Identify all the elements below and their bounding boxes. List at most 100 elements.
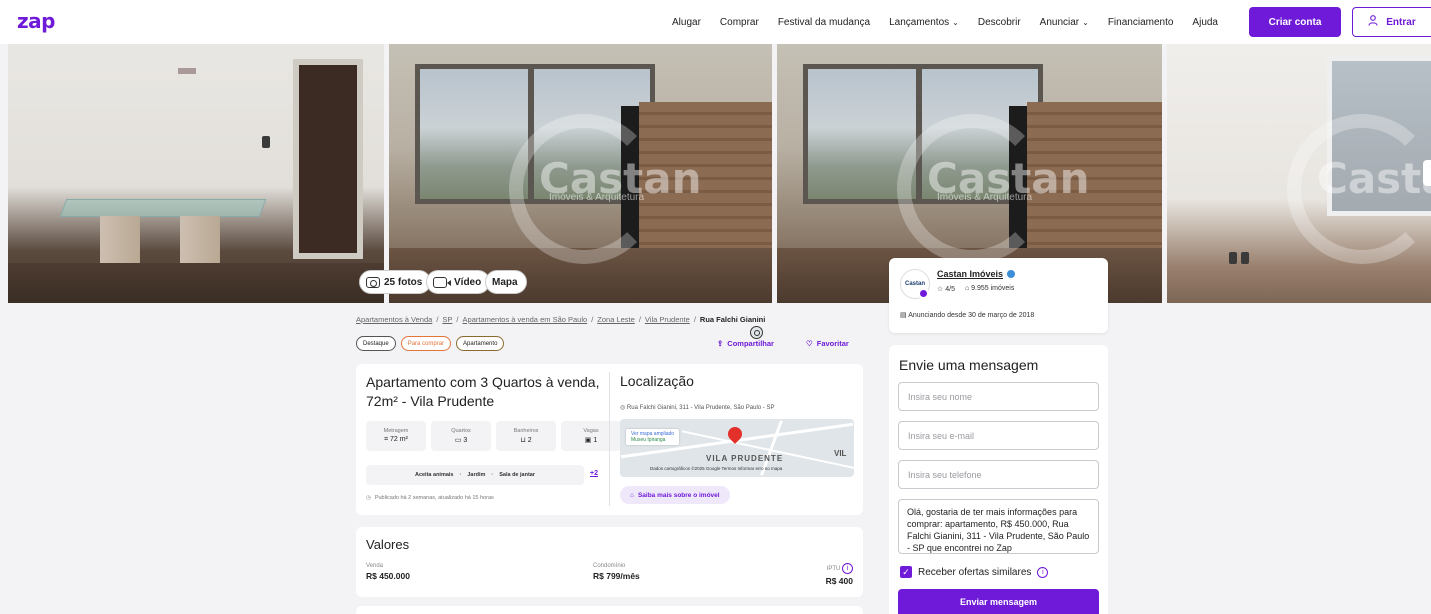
advertiser-stats: ☆ 4/5 ⌂ 9.955 imóveis xyxy=(937,285,1015,293)
floor xyxy=(8,263,384,303)
breadcrumb-item[interactable]: SP xyxy=(442,315,452,324)
gallery-photo-1[interactable] xyxy=(8,44,384,303)
location-address: ◎ Rua Falchi Gianini, 311 - Vila Prudent… xyxy=(620,405,775,411)
video-button[interactable]: Vídeo xyxy=(426,270,491,294)
nav-lancamentos[interactable]: Lançamentos ⌄ xyxy=(889,17,959,28)
feature-parking: Vagas ▣ 1 xyxy=(561,421,621,451)
phone-input[interactable]: Insira seu telefone xyxy=(898,460,1099,489)
breadcrumb-item[interactable]: Vila Prudente xyxy=(645,315,690,324)
amenity: Sala de jantar xyxy=(499,472,536,478)
breadcrumb-item[interactable]: Apartamentos à venda em São Paulo xyxy=(463,315,588,324)
expand-map-link[interactable]: Ver mapa ampliado Museu Ipiranga xyxy=(626,429,680,445)
tag-highlight: Destaque xyxy=(356,336,396,351)
star-icon: ☆ xyxy=(937,286,944,293)
glass-table xyxy=(59,199,267,217)
listing-title: Apartamento com 3 Quartos à venda, 72m² … xyxy=(366,374,600,409)
create-account-button[interactable]: Criar conta xyxy=(1249,7,1341,37)
message-textarea[interactable]: Olá, gostaria de ter mais informações pa… xyxy=(898,499,1099,554)
bed-icon: ▭ xyxy=(454,437,462,444)
login-button[interactable]: Entrar xyxy=(1352,7,1431,37)
map-area-label-right: VIL xyxy=(834,449,847,458)
location-title: Localização xyxy=(620,373,694,389)
advertiser-badge-icon xyxy=(918,288,929,299)
next-section-card xyxy=(356,606,863,614)
chevron-down-icon: ⌄ xyxy=(952,17,959,27)
verified-icon xyxy=(1007,270,1016,278)
outlet xyxy=(1241,252,1249,264)
user-icon xyxy=(1368,15,1378,29)
heart-icon: ♡ xyxy=(806,339,813,348)
favorite-button[interactable]: ♡ Favoritar xyxy=(806,339,849,348)
gallery-photo-2[interactable]: Castan Imóveis & Arquitetura xyxy=(389,44,772,303)
features-grid: Metragem ⌗ 72 m² Quartos ▭ 3 Banheiros ⊔… xyxy=(366,421,621,451)
info-icon[interactable]: i xyxy=(842,563,853,574)
gallery-next-button[interactable] xyxy=(1423,160,1431,186)
nav-anunciar[interactable]: Anunciar ⌄ xyxy=(1040,17,1089,28)
iptu-tax: IPTU i R$ 400 xyxy=(825,563,853,586)
map-area-label: VILA PRUDENTE xyxy=(706,454,784,463)
watermark-text: Castan xyxy=(1317,154,1431,203)
outlet xyxy=(1229,252,1237,264)
nav-alugar[interactable]: Alugar xyxy=(672,17,701,28)
zap-logo[interactable]: zap xyxy=(17,9,55,33)
top-header: zap Alugar Comprar Festival da mudança L… xyxy=(0,0,1431,44)
gallery-photo-4[interactable]: Castan xyxy=(1167,44,1431,303)
similar-offers-checkbox[interactable]: ✓ xyxy=(900,566,912,578)
condo-fee: Condomínio R$ 799/mês xyxy=(593,563,640,581)
breadcrumb: Apartamentos à Venda / SP / Apartamentos à… xyxy=(356,315,766,324)
breadcrumb-current: Rua Falchi Gianini xyxy=(699,315,766,324)
amenities-bar: Aceita animais · Jardim · Sala de jantar xyxy=(366,465,584,485)
breadcrumb-item[interactable]: Zona Leste xyxy=(597,315,635,324)
map-button[interactable]: Mapa xyxy=(485,270,763,339)
area-icon: ⌗ xyxy=(384,436,389,443)
listing-tags: Destaque Para comprar Apartamento xyxy=(356,336,505,351)
values-card: Valores Venda R$ 450.000 Condomínio R$ 7… xyxy=(356,527,863,597)
outlet xyxy=(262,136,270,148)
nav-comprar[interactable]: Comprar xyxy=(720,17,759,28)
location-icon: ◎ xyxy=(620,405,626,411)
share-button[interactable]: ⇪ Compartilhar xyxy=(717,339,774,348)
more-amenities-link[interactable]: +2 xyxy=(590,470,598,477)
breadcrumb-item[interactable]: Apartamentos à Venda xyxy=(356,315,432,324)
nav-financiamento[interactable]: Financiamento xyxy=(1108,17,1174,28)
bath-icon: ⊔ xyxy=(520,437,526,444)
watermark-sub: Imóveis & Arquitetura xyxy=(937,192,1033,203)
nav-ajuda[interactable]: Ajuda xyxy=(1192,17,1218,28)
home-icon: ⌂ xyxy=(630,491,634,499)
nav-descobrir[interactable]: Descobrir xyxy=(978,17,1021,28)
door xyxy=(293,59,363,259)
contact-form: Envie uma mensagem Insira seu nome Insir… xyxy=(889,345,1108,614)
photos-button[interactable]: 25 fotos xyxy=(359,270,432,294)
values-title: Valores xyxy=(366,537,410,552)
tag-type: Apartamento xyxy=(456,336,505,351)
email-input[interactable]: Insira seu e-mail xyxy=(898,421,1099,450)
listing-summary-card: Apartamento com 3 Quartos à venda, 72m² … xyxy=(356,364,863,515)
chevron-down-icon: ⌄ xyxy=(1082,17,1089,27)
location-icon xyxy=(750,326,763,339)
video-icon xyxy=(433,276,451,288)
feature-bathrooms: Banheiros ⊔ 2 xyxy=(496,421,556,451)
advertiser-card: Castan Castan Imóveis ☆ 4/5 ⌂ 9.955 imóv… xyxy=(889,258,1108,333)
location-map[interactable]: Ver mapa ampliado Museu Ipiranga VILA PR… xyxy=(620,419,854,477)
nav-festival[interactable]: Festival da mudança xyxy=(778,17,870,28)
amenity: Aceita animais xyxy=(414,472,454,478)
advertiser-since: ▤ Anunciando desde 30 de março de 2018 xyxy=(900,312,1035,319)
camera-icon xyxy=(366,276,380,288)
info-icon[interactable]: i xyxy=(1037,566,1049,578)
share-icon: ⇪ xyxy=(717,339,724,348)
watermark-sub: Imóveis & Arquitetura xyxy=(549,192,645,203)
calendar-icon: ▤ xyxy=(900,312,907,319)
map-footer: Dados cartográficos ©2025 Google Termos … xyxy=(650,466,783,471)
divider xyxy=(609,372,610,506)
tag-buy: Para comprar xyxy=(400,336,452,351)
sale-price: Venda R$ 450.000 xyxy=(366,563,410,581)
learn-more-button[interactable]: ⌂ Saiba mais sobre o imóvel xyxy=(620,486,730,504)
car-icon: ▣ xyxy=(584,437,592,444)
home-icon: ⌂ xyxy=(964,285,970,292)
clock-icon: ◷ xyxy=(366,495,371,501)
feature-bedrooms: Quartos ▭ 3 xyxy=(431,421,491,451)
send-message-button[interactable]: Enviar mensagem xyxy=(898,589,1099,614)
advertiser-name[interactable]: Castan Imóveis xyxy=(937,269,1016,279)
photo-gallery[interactable]: Castan Imóveis & Arquitetura Castan Imóv… xyxy=(0,44,1431,339)
name-input[interactable]: Insira seu nome xyxy=(898,382,1099,411)
